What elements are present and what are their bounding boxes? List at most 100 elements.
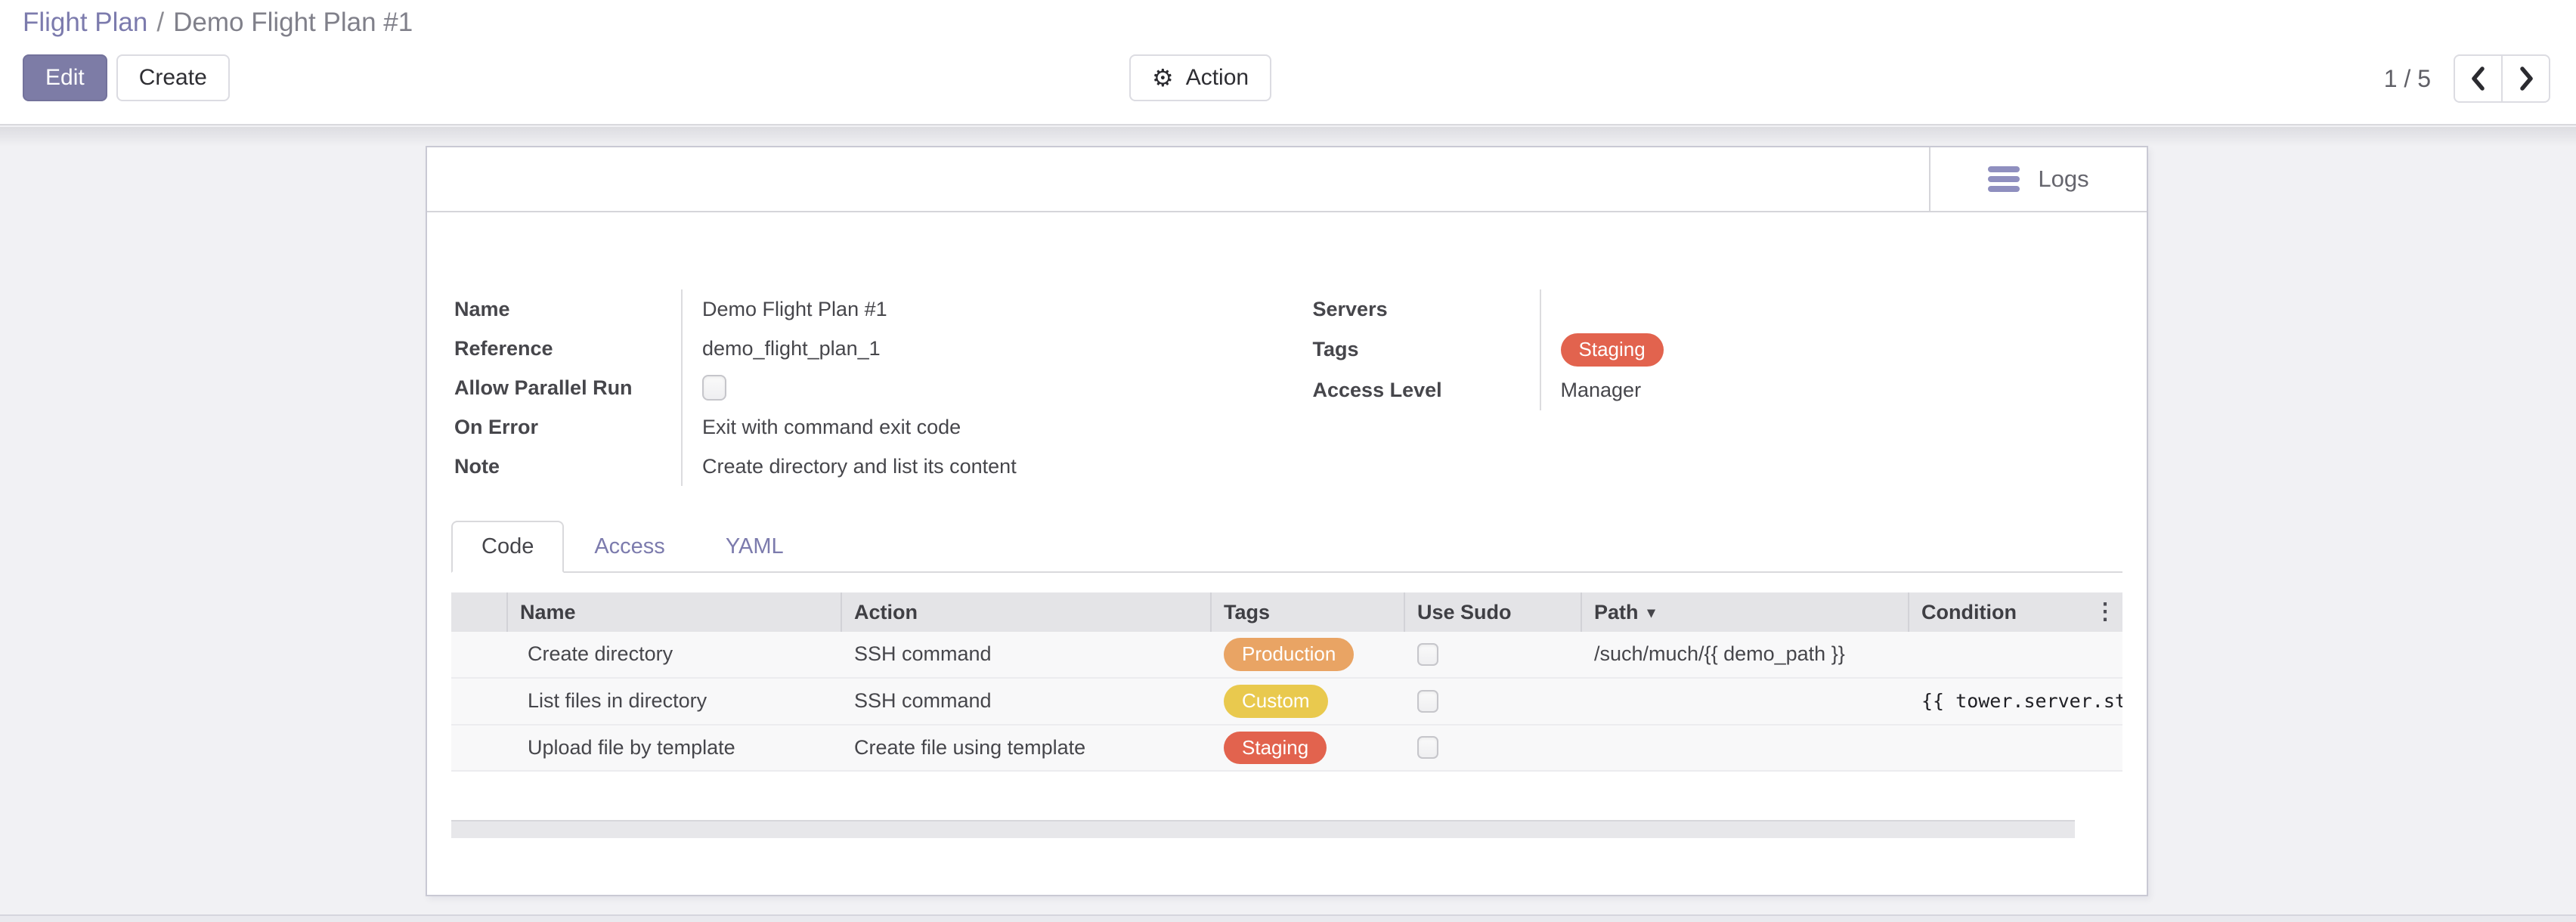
gear-icon: ⚙: [1152, 66, 1174, 90]
tab-access[interactable]: Access: [564, 521, 695, 573]
field-value-note: Create directory and list its content: [683, 447, 1265, 486]
field-group-right: ServersTags Staging Access LevelManager: [1310, 289, 2123, 486]
field-label-allow-parallel-run: Allow Parallel Run: [451, 368, 683, 407]
breadcrumb-separator: /: [156, 8, 164, 37]
field-group-left: NameDemo Flight Plan #1Referencedemo_fli…: [451, 289, 1265, 486]
chevron-left-icon: [2468, 65, 2489, 92]
field-label-name: Name: [451, 289, 683, 329]
column-header-label: Use Sudo: [1417, 601, 1512, 624]
field-groups: NameDemo Flight Plan #1Referencedemo_fli…: [451, 289, 2122, 486]
column-header-path[interactable]: Path ▾: [1582, 592, 1909, 632]
action-button[interactable]: ⚙ Action: [1129, 54, 1271, 101]
column-header-use_sudo[interactable]: Use Sudo: [1405, 592, 1582, 632]
tag-badge-staging: Staging: [1561, 333, 1664, 367]
cell-name: Create directory: [508, 632, 842, 677]
cell-name: List files in directory: [508, 679, 842, 724]
edit-button[interactable]: Edit: [23, 54, 107, 101]
use-sudo-checkbox: [1417, 690, 1438, 713]
field-label-note: Note: [451, 447, 683, 486]
field-value-allow-parallel-run: [683, 368, 1265, 407]
tab-yaml[interactable]: YAML: [695, 521, 814, 573]
cell-tags: Staging: [1212, 726, 1405, 771]
cell-use-sudo: [1405, 632, 1582, 677]
cell-path: [1582, 726, 1909, 771]
field-value-on-error: Exit with command exit code: [683, 407, 1265, 447]
horizontal-scrollbar[interactable]: [451, 820, 2122, 838]
commands-list: Name Action Tags Use Sudo Path ▾ Condition ⋮ Cr…: [451, 592, 2122, 772]
cell-handle: [451, 726, 508, 771]
list-body: Create directorySSH command Production/su…: [451, 632, 2122, 772]
action-menu: ⚙ Action: [1129, 54, 1271, 101]
cell-handle: [451, 679, 508, 724]
field-label-on-error: On Error: [451, 407, 683, 447]
action-button-label: Action: [1186, 65, 1249, 91]
field-value-reference: demo_flight_plan_1: [683, 329, 1265, 368]
breadcrumb-parent-link[interactable]: Flight Plan: [23, 8, 147, 37]
column-header-action[interactable]: Action: [842, 592, 1212, 632]
view-buttons: Edit Create: [23, 54, 230, 101]
column-header-tags[interactable]: Tags: [1212, 592, 1405, 632]
cell-tags: Custom: [1212, 679, 1405, 724]
list-header: Name Action Tags Use Sudo Path ▾ Condition ⋮: [451, 592, 2122, 632]
tag-badge-staging: Staging: [1224, 732, 1327, 765]
table-row[interactable]: Create directorySSH command Production/su…: [451, 632, 2122, 679]
notebook-tabs: CodeAccessYAML: [451, 521, 2122, 573]
field-label-access-level: Access Level: [1310, 371, 1541, 410]
form-sheet: NameDemo Flight Plan #1Referencedemo_fli…: [427, 289, 2147, 838]
tab-code[interactable]: Code: [451, 521, 564, 573]
bottom-edge-strip: [0, 914, 2576, 922]
pager-count: 1 / 5: [2384, 65, 2431, 93]
checkbox-allow-parallel-run: [702, 375, 726, 401]
use-sudo-checkbox: [1417, 736, 1438, 759]
condition-code: {{ tower.server.st: [1921, 690, 2122, 712]
column-header-label: Action: [854, 601, 918, 624]
cell-action: SSH command: [842, 679, 1212, 724]
cell-tags: Production: [1212, 632, 1405, 677]
column-header-label: Condition: [1921, 601, 2017, 624]
cell-use-sudo: [1405, 679, 1582, 724]
stat-button-box: Logs: [427, 147, 2147, 212]
chevron-right-icon: [2516, 65, 2537, 92]
column-header-label: Tags: [1224, 601, 1270, 624]
cell-condition: {{ tower.server.st: [1909, 679, 2122, 724]
pager-previous-button[interactable]: [2454, 54, 2502, 103]
cell-condition: [1909, 726, 2122, 771]
pager-next-button[interactable]: [2502, 54, 2550, 103]
column-header-label: Name: [520, 601, 576, 624]
control-panel: Flight Plan / Demo Flight Plan #1 Edit Cre…: [0, 0, 2576, 125]
cell-handle: [451, 632, 508, 677]
list-header-row: Name Action Tags Use Sudo Path ▾ Condition ⋮: [451, 592, 2122, 632]
cell-condition: [1909, 632, 2122, 677]
breadcrumb: Flight Plan / Demo Flight Plan #1: [23, 8, 413, 38]
table-row[interactable]: Upload file by templateCreate file using…: [451, 726, 2122, 772]
cell-name: Upload file by template: [508, 726, 842, 771]
field-value-access-level: Manager: [1541, 371, 2123, 410]
field-label-tags: Tags: [1310, 329, 1541, 371]
optional-columns-icon[interactable]: ⋮: [2094, 601, 2116, 623]
field-value-name: Demo Flight Plan #1: [683, 289, 1265, 329]
create-button[interactable]: Create: [116, 54, 230, 101]
cell-action: Create file using template: [842, 726, 1212, 771]
column-header-condition[interactable]: Condition ⋮: [1909, 592, 2122, 632]
field-label-reference: Reference: [451, 329, 683, 368]
cell-action: SSH command: [842, 632, 1212, 677]
topbar-shadow: [0, 127, 2576, 147]
sort-desc-icon: ▾: [1648, 603, 1655, 622]
scrollbar-thumb[interactable]: [451, 820, 2075, 838]
cell-path: /such/much/{{ demo_path }}: [1582, 632, 1909, 677]
field-value-tags: Staging: [1541, 329, 2123, 371]
use-sudo-checkbox: [1417, 643, 1438, 666]
form-card: Logs NameDemo Flight Plan #1Referencedem…: [426, 146, 2148, 896]
field-label-servers: Servers: [1310, 289, 1541, 329]
cell-use-sudo: [1405, 726, 1582, 771]
logs-button-label: Logs: [2038, 166, 2088, 193]
tag-badge-production: Production: [1224, 638, 1354, 671]
column-header-label: Path: [1594, 601, 1639, 624]
logs-list-icon: [1988, 166, 2020, 192]
logs-button[interactable]: Logs: [1929, 147, 2147, 211]
column-header-name[interactable]: Name: [508, 592, 842, 632]
field-value-servers: [1541, 289, 2123, 329]
pager: 1 / 5: [2384, 54, 2550, 103]
table-row[interactable]: List files in directorySSH commandCustom…: [451, 679, 2122, 726]
breadcrumb-current: Demo Flight Plan #1: [173, 8, 413, 37]
